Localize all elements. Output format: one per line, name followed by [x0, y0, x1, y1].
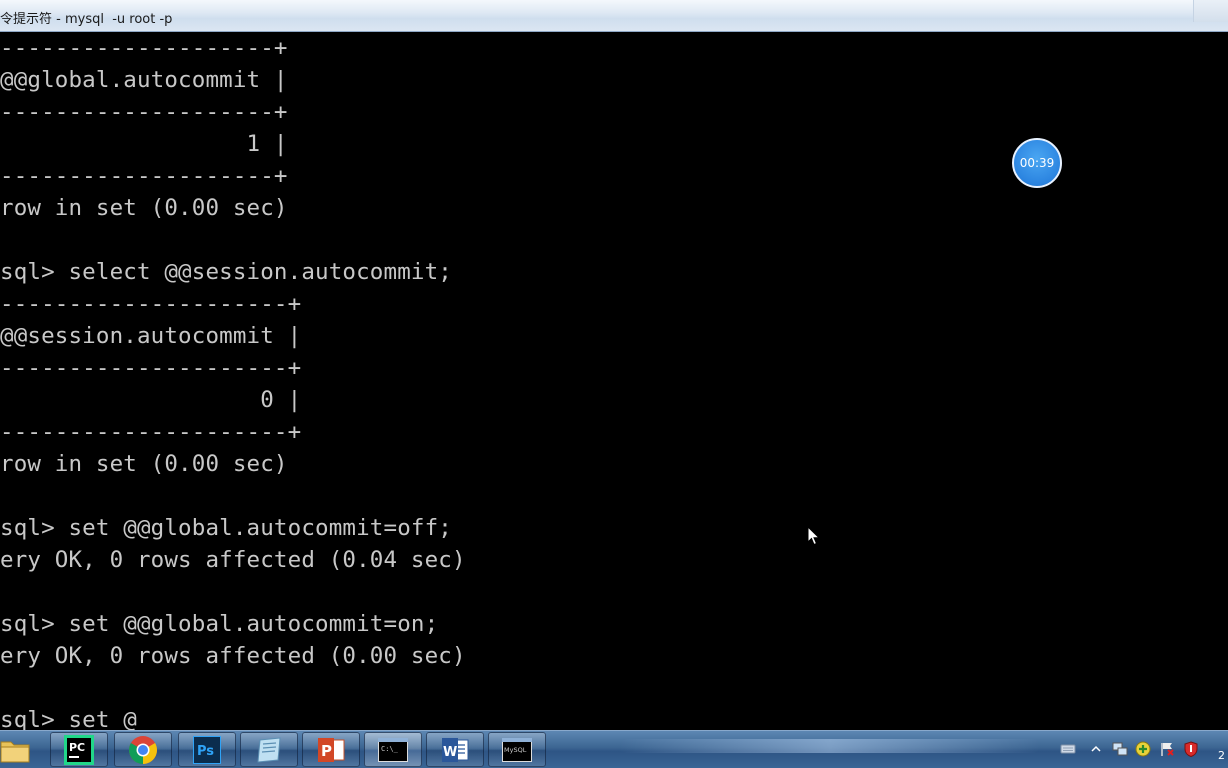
taskbar-app-cmd[interactable]: C:\_ [364, 732, 422, 767]
taskbar-app-photoshop[interactable]: Ps [178, 732, 236, 767]
tray-clock[interactable]: 2 [1218, 749, 1225, 762]
recording-timer-badge[interactable]: 00:39 [1012, 138, 1062, 188]
taskbar-app-mysql-client[interactable]: MySQL [488, 732, 546, 767]
console-line: row in set (0.00 sec) [0, 195, 288, 221]
window-titlebar[interactable]: 令提示符 - mysql -u root -p [0, 0, 1228, 32]
taskbar-app-notepad[interactable] [240, 732, 298, 767]
update-icon[interactable] [1135, 741, 1151, 757]
console-line: sql> set @@global.autocommit=off; [0, 515, 452, 541]
console-line: --------------------+ [0, 163, 288, 189]
mysql-icon-label: MySQL [504, 746, 527, 754]
console-output[interactable]: --------------------+ @@global.autocommi… [0, 32, 1228, 730]
taskbar-app-word[interactable]: W [426, 732, 484, 767]
console-line: ---------------------+ [0, 291, 302, 317]
console-line: @@session.autocommit | [0, 323, 302, 349]
pycharm-icon: PC [64, 734, 94, 765]
photoshop-icon-label: Ps [197, 744, 214, 759]
mouse-pointer-icon [807, 526, 821, 546]
powerpoint-icon-label: P [321, 742, 332, 760]
console-line: sql> set @@global.autocommit=on; [0, 611, 439, 637]
taskbar-app-powerpoint[interactable]: P [302, 732, 360, 767]
action-center-flag-icon[interactable] [1159, 741, 1175, 757]
console-line: sql> select @@session.autocommit; [0, 259, 452, 285]
console-line: ery OK, 0 rows affected (0.00 sec) [0, 643, 466, 669]
network-icon[interactable] [1112, 741, 1128, 757]
console-line: @@global.autocommit | [0, 67, 288, 93]
photoshop-icon: Ps [193, 735, 221, 764]
console-line: --------------------+ [0, 35, 288, 61]
chrome-icon [129, 735, 157, 764]
console-line: ---------------------+ [0, 419, 302, 445]
taskbar-app-pycharm[interactable]: PC [50, 732, 108, 767]
mysql-console-icon: MySQL [502, 737, 532, 762]
console-line: sql> set @ [0, 707, 137, 730]
notepad-icon [257, 736, 281, 763]
word-icon: W [442, 737, 469, 762]
folder-icon [0, 741, 30, 762]
taskbar-app-chrome[interactable] [114, 732, 172, 767]
window-title: 令提示符 - mysql -u root -p [0, 12, 173, 27]
console-line: ery OK, 0 rows affected (0.04 sec) [0, 547, 466, 573]
console-line: row in set (0.00 sec) [0, 451, 288, 477]
console-line: 1 | [0, 131, 288, 157]
taskbar: PC Ps P C:\_ W MySQL 2 [0, 730, 1228, 768]
cmd-icon: C:\_ [378, 737, 408, 762]
taskbar-glass-highlight [620, 739, 1040, 753]
cmd-icon-label: C:\_ [381, 745, 399, 753]
pycharm-icon-label: PC [69, 741, 85, 754]
taskbar-app-file-explorer[interactable] [0, 732, 44, 767]
powerpoint-icon: P [318, 737, 345, 762]
timer-value: 00:39 [1019, 156, 1055, 170]
keyboard-icon[interactable] [1060, 741, 1076, 757]
word-icon-label: W [443, 745, 457, 760]
show-hidden-icons-chevron-icon[interactable] [1088, 741, 1104, 757]
console-line: --------------------+ [0, 99, 288, 125]
console-line: 0 | [0, 387, 302, 413]
security-shield-icon[interactable] [1183, 741, 1199, 757]
console-line: ---------------------+ [0, 355, 302, 381]
close-button[interactable] [1193, 0, 1228, 22]
